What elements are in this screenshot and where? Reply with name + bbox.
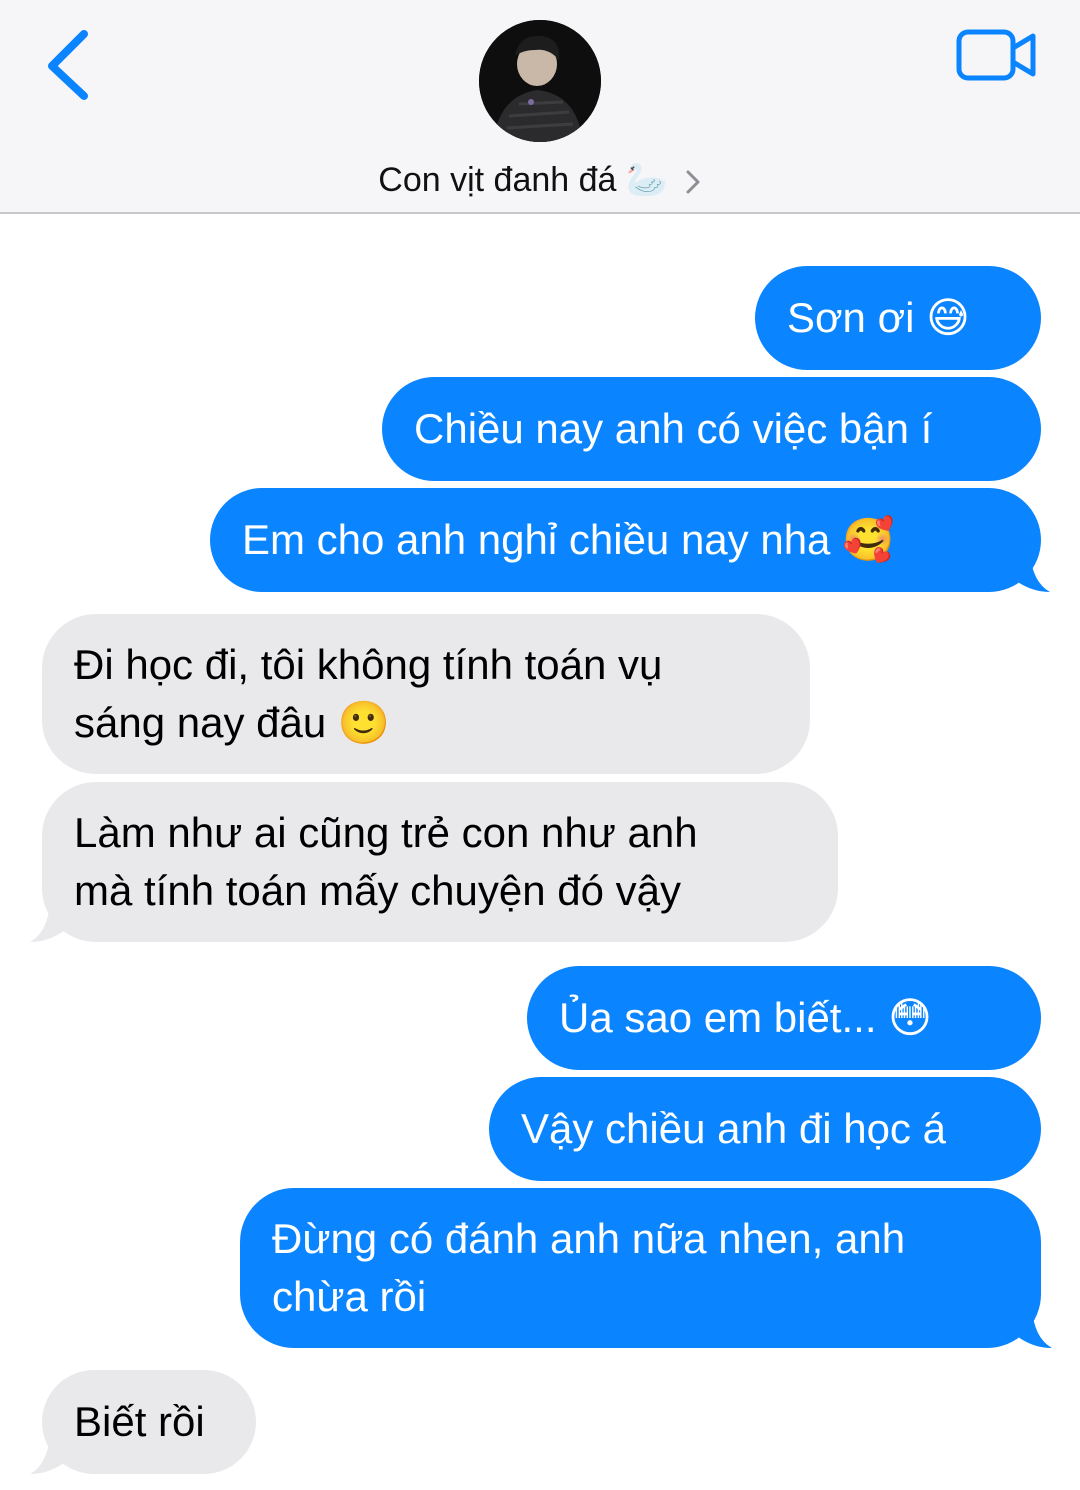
contact-avatar[interactable] [479,20,601,142]
bubble-tail-incoming [30,1434,70,1474]
message-bubble-outgoing[interactable]: Chiều nay anh có việc bận í [382,377,1041,481]
message-text: Sơn ơi 😅 [787,294,970,341]
back-button[interactable] [40,28,100,108]
chevron-left-icon [48,30,88,100]
message-text: Biết rồi [74,1398,205,1445]
message-bubble-outgoing[interactable]: Vậy chiều anh đi học á [489,1077,1041,1181]
message-text: Chiều nay anh có việc bận í [414,405,933,452]
message-text: Vậy chiều anh đi học á [521,1105,946,1152]
swan-emoji: 🦢 [625,160,669,200]
message-bubble-incoming[interactable]: Biết rồi [42,1370,256,1474]
message-text-line2: mà tính toán mấy chuyện đó vậy [74,867,682,914]
avatar-photo [479,20,601,142]
contact-name-button[interactable]: Con vịt đanh đá 🦢 [0,154,1080,206]
message-text: Làm như ai cũng trẻ con như anh [74,809,698,856]
message-bubble-outgoing[interactable]: Em cho anh nghỉ chiều nay nha 🥰 [210,488,1041,592]
message-bubble-outgoing[interactable]: Sơn ơi 😅 [755,266,1041,370]
message-text: Em cho anh nghỉ chiều nay nha 🥰 [242,516,895,563]
conversation-header: Con vịt đanh đá 🦢 [0,0,1080,214]
bubble-tail-outgoing [1010,552,1050,592]
message-text-line2: chừa rồi [272,1273,427,1320]
chevron-right-icon [686,170,700,194]
bubble-tail-incoming [30,902,70,942]
video-call-button[interactable] [955,28,1039,84]
message-bubble-outgoing[interactable]: Ủa sao em biết... 😳 [527,966,1041,1070]
message-text: Ủa sao em biết... 😳 [559,994,932,1041]
message-text: Đừng có đánh anh nữa nhen, anh [272,1215,906,1262]
bubble-tail-outgoing [1012,1308,1052,1348]
message-bubble-outgoing[interactable]: Đừng có đánh anh nữa nhen, anh chừa rồi [240,1188,1041,1348]
message-text: Đi học đi, tôi không tính toán vụ [74,641,663,688]
contact-name: Con vịt đanh đá [378,161,617,199]
video-camera-icon [956,29,1036,81]
message-bubble-incoming[interactable]: Đi học đi, tôi không tính toán vụ sáng n… [42,614,810,774]
message-bubble-incoming[interactable]: Làm như ai cũng trẻ con như anh mà tính … [42,782,838,942]
message-text-line2: sáng nay đâu 🙂 [74,699,391,746]
